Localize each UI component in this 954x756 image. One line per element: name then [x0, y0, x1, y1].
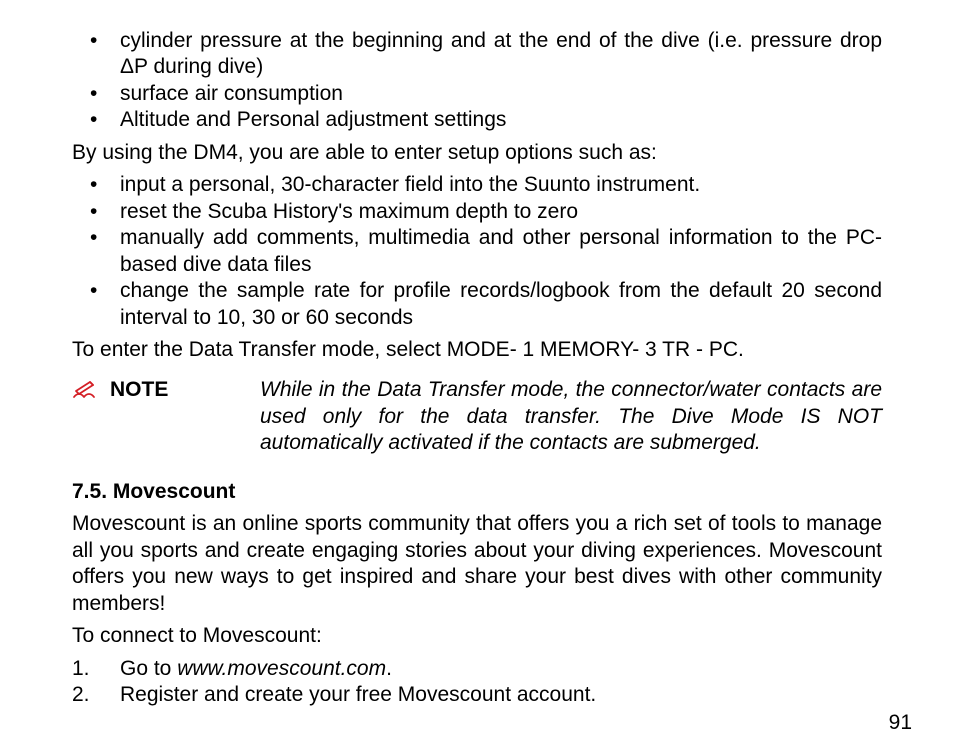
list-item-text: reset the Scuba History's maximum depth … — [120, 199, 882, 225]
list-item: • Altitude and Personal adjustment setti… — [72, 107, 882, 133]
list-item: • manually add comments, multimedia and … — [72, 225, 882, 278]
list-item: • surface air consumption — [72, 81, 882, 107]
list-item-text: input a personal, 30-character field int… — [120, 172, 882, 198]
step-number: 2. — [72, 682, 120, 708]
steps-list: 1. Go to www.movescount.com. 2. Register… — [72, 656, 882, 709]
section-lead: To connect to Movescount: — [72, 623, 882, 649]
list-item-text: manually add comments, multimedia and ot… — [120, 225, 882, 278]
bullet-marker: • — [72, 107, 120, 133]
step-text-pre: Go to — [120, 657, 177, 680]
list-item: 2. Register and create your free Movesco… — [72, 682, 882, 708]
list-item: • cylinder pressure at the beginning and… — [72, 28, 882, 81]
step-text-pre: Register and create your free Movescount… — [120, 683, 596, 706]
note-icon — [72, 377, 110, 406]
bullet-marker: • — [72, 172, 120, 198]
list-item-text: change the sample rate for profile recor… — [120, 278, 882, 331]
bullet-list-a: • cylinder pressure at the beginning and… — [72, 28, 882, 134]
bullet-marker: • — [72, 28, 120, 54]
bullet-marker: • — [72, 81, 120, 107]
note-writing-icon — [72, 379, 98, 401]
section-heading: 7.5. Movescount — [72, 479, 882, 505]
note-label: NOTE — [110, 377, 260, 403]
list-item-text: Altitude and Personal adjustment setting… — [120, 107, 882, 133]
list-item-text: surface air consumption — [120, 81, 882, 107]
section-body: Movescount is an online sports community… — [72, 511, 882, 617]
bullet-marker: • — [72, 278, 120, 304]
note-text: While in the Data Transfer mode, the con… — [260, 377, 882, 456]
step-text: Register and create your free Movescount… — [120, 682, 882, 708]
paragraph-intro-1: By using the DM4, you are able to enter … — [72, 140, 882, 166]
note-block: NOTE While in the Data Transfer mode, th… — [72, 377, 882, 456]
paragraph-intro-2: To enter the Data Transfer mode, select … — [72, 337, 882, 363]
list-item: 1. Go to www.movescount.com. — [72, 656, 882, 682]
list-item: • input a personal, 30-character field i… — [72, 172, 882, 198]
page-number: 91 — [889, 710, 912, 736]
step-number: 1. — [72, 656, 120, 682]
step-text-italic: www.movescount.com — [177, 657, 386, 680]
list-item-text: cylinder pressure at the beginning and a… — [120, 28, 882, 81]
manual-page: • cylinder pressure at the beginning and… — [0, 0, 954, 756]
bullet-marker: • — [72, 199, 120, 225]
bullet-marker: • — [72, 225, 120, 251]
step-text-post: . — [386, 657, 392, 680]
list-item: • reset the Scuba History's maximum dept… — [72, 199, 882, 225]
bullet-list-b: • input a personal, 30-character field i… — [72, 172, 882, 331]
step-text: Go to www.movescount.com. — [120, 656, 882, 682]
list-item: • change the sample rate for profile rec… — [72, 278, 882, 331]
